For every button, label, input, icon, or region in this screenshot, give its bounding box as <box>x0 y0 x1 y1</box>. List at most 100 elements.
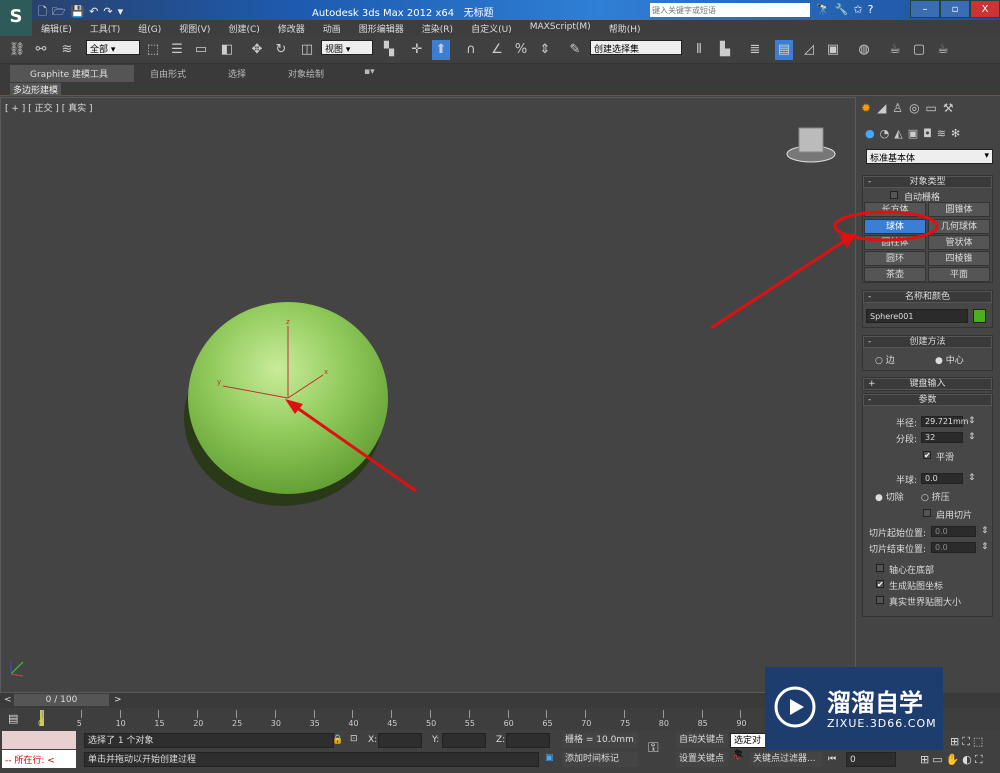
absolute-mode-icon[interactable]: ⊡ <box>350 734 358 744</box>
maximize-button[interactable]: ▫ <box>940 0 970 18</box>
viewport-nav-icons-2[interactable]: ⊞▭✋◐⛶ <box>920 753 986 767</box>
menu-create[interactable]: 创建(C) <box>219 20 268 36</box>
window-controls[interactable]: – ▫ X <box>910 0 1000 18</box>
category-dropdown[interactable]: 标准基本体 ▾ <box>866 149 993 164</box>
snap-toggle-icon[interactable]: ∩ <box>462 40 480 60</box>
smooth-checkbox[interactable]: ✔ <box>923 451 931 460</box>
real-world-checkbox[interactable] <box>876 596 884 604</box>
rect-selection-icon[interactable]: ▭ <box>192 40 210 60</box>
name-color-header[interactable]: - 名称和颜色 <box>863 291 992 303</box>
select-by-name-icon[interactable]: ☰ <box>168 40 186 60</box>
segments-spinner[interactable]: ⇕ <box>968 432 976 442</box>
bind-spacewarp-icon[interactable]: ≋ <box>58 40 76 60</box>
auto-key-button[interactable]: 自动关键点 <box>676 733 728 748</box>
menu-edit[interactable]: 编辑(E) <box>32 20 81 36</box>
keyboard-entry-header[interactable]: + 键盘输入 <box>863 378 992 390</box>
tab-freeform[interactable]: 自由形式 <box>150 67 186 80</box>
minimize-button[interactable]: – <box>910 0 940 18</box>
segments-input[interactable]: 32 <box>921 432 963 443</box>
helpers-icon[interactable]: ◘ <box>923 127 937 140</box>
layer-manager-icon[interactable]: ≣ <box>746 40 764 60</box>
set-key-button[interactable]: 设置关键点 <box>676 752 728 767</box>
plane-button[interactable]: 平面 <box>928 267 990 282</box>
lock-selection-icon[interactable]: 🔒 <box>332 735 343 745</box>
modify-tab-icon[interactable]: ◢ <box>877 101 892 115</box>
viewport[interactable]: [ + ] [ 正交 ] [ 真实 ] z x y <box>0 97 857 693</box>
named-selection-dropdown[interactable]: 创建选择集 <box>590 40 682 55</box>
viewcube-icon[interactable] <box>786 127 836 163</box>
close-button[interactable]: X <box>970 0 1000 18</box>
time-slider-thumb[interactable]: 0 / 100 <box>14 694 109 706</box>
slice-from-spinner[interactable]: ⇕ <box>981 526 989 536</box>
radio-chop[interactable]: ● 切除 <box>875 490 904 503</box>
select-manipulate-icon[interactable]: ✛ <box>408 40 426 60</box>
hierarchy-tab-icon[interactable]: ♙ <box>892 101 909 115</box>
help-icons[interactable]: 🔭🔧✩? <box>816 3 878 16</box>
key-filters-button[interactable]: 关键点过滤器... <box>750 752 822 767</box>
polygon-modeling-tab[interactable]: 多边形建模 <box>10 83 62 96</box>
tab-graphite[interactable]: Graphite 建模工具 <box>10 65 134 82</box>
material-editor-icon[interactable]: ◍ <box>855 40 873 60</box>
render-icon[interactable]: ☕ <box>934 40 952 60</box>
link-icon[interactable]: ⛓ <box>8 40 26 60</box>
menu-view[interactable]: 视图(V) <box>170 20 219 36</box>
menu-help[interactable]: 帮助(H) <box>600 20 650 36</box>
slice-to-input[interactable]: 0.0 <box>931 542 976 553</box>
selection-filter-dropdown[interactable]: 全部 ▾ <box>86 40 140 55</box>
menu-customize[interactable]: 自定义(U) <box>462 20 521 36</box>
z-input[interactable] <box>506 733 550 748</box>
ribbon-options-icon[interactable]: ▪▾ <box>364 67 375 77</box>
slice-to-spinner[interactable]: ⇕ <box>981 542 989 552</box>
edit-named-selection-icon[interactable]: ✎ <box>566 40 584 60</box>
menu-modifiers[interactable]: 修改器 <box>269 20 314 36</box>
mirror-icon[interactable]: ⫴ <box>690 40 708 60</box>
pivot-center-icon[interactable]: ▚ <box>380 40 398 60</box>
maxscript-listener[interactable] <box>2 731 76 749</box>
maxscript-line[interactable]: -- 所在行: < <box>2 750 76 768</box>
percent-snap-icon[interactable]: % <box>512 40 530 60</box>
angle-snap-icon[interactable]: ∠ <box>488 40 506 60</box>
slice-on-checkbox[interactable] <box>923 509 931 517</box>
tab-selection[interactable]: 选择 <box>228 67 246 80</box>
render-setup-icon[interactable]: ☕ <box>886 40 904 60</box>
teapot-button[interactable]: 茶壶 <box>864 267 926 282</box>
rotate-icon[interactable]: ↻ <box>272 40 290 60</box>
cameras-icon[interactable]: ▣ <box>908 127 923 140</box>
graphite-toggle-icon[interactable]: ▤ <box>775 40 793 60</box>
unlink-icon[interactable]: ⚯ <box>32 40 50 60</box>
base-to-pivot-checkbox[interactable] <box>876 564 884 572</box>
current-frame-input[interactable]: 0 <box>846 752 896 767</box>
creation-method-header[interactable]: - 创建方法 <box>863 336 992 348</box>
keyboard-shortcut-override-icon[interactable]: ⬆ <box>432 40 450 60</box>
align-icon[interactable]: ▙ <box>716 40 734 60</box>
pyramid-button[interactable]: 四棱锥 <box>928 251 990 266</box>
viewport-nav-icons[interactable]: ⊞⛶⬚ <box>950 735 986 749</box>
menu-tools[interactable]: 工具(T) <box>81 20 130 36</box>
autogrid-checkbox[interactable] <box>890 191 898 199</box>
command-panel-tabs[interactable]: ✹◢♙◎▭⚒ <box>861 101 960 115</box>
menu-animation[interactable]: 动画 <box>314 20 350 36</box>
radius-input[interactable]: 29.721mm <box>921 416 969 427</box>
create-tab-icon[interactable]: ✹ <box>861 101 877 115</box>
gen-mapping-checkbox[interactable]: ✔ <box>876 580 884 589</box>
geometry-icon[interactable]: ● <box>865 127 880 140</box>
radio-squash[interactable]: ○ 挤压 <box>921 490 950 503</box>
radio-center[interactable]: ● 中心 <box>935 353 964 366</box>
tab-object-paint[interactable]: 对象绘制 <box>288 67 324 80</box>
mini-curve-editor-icon[interactable]: ▤ <box>8 712 18 725</box>
menu-rendering[interactable]: 渲染(R) <box>413 20 462 36</box>
reference-coord-dropdown[interactable]: 视图 ▾ <box>321 40 373 55</box>
object-type-header[interactable]: - 对象类型 <box>863 176 992 188</box>
slice-from-input[interactable]: 0.0 <box>931 526 976 537</box>
radius-spinner[interactable]: ⇕ <box>968 416 976 426</box>
torus-button[interactable]: 圆环 <box>864 251 926 266</box>
add-time-tag[interactable]: 添加时间标记 <box>562 752 638 767</box>
key-mode-icon[interactable]: ⏮ <box>828 754 836 764</box>
display-tab-icon[interactable]: ▭ <box>926 101 943 115</box>
prev-frame-button[interactable]: < <box>4 695 12 705</box>
next-frame-button[interactable]: > <box>114 695 122 705</box>
select-object-icon[interactable]: ⬚ <box>144 40 162 60</box>
key-curve-icon[interactable]: ∿ <box>733 753 741 763</box>
set-key-icon[interactable]: ⚿ <box>648 740 659 756</box>
y-input[interactable] <box>442 733 486 748</box>
